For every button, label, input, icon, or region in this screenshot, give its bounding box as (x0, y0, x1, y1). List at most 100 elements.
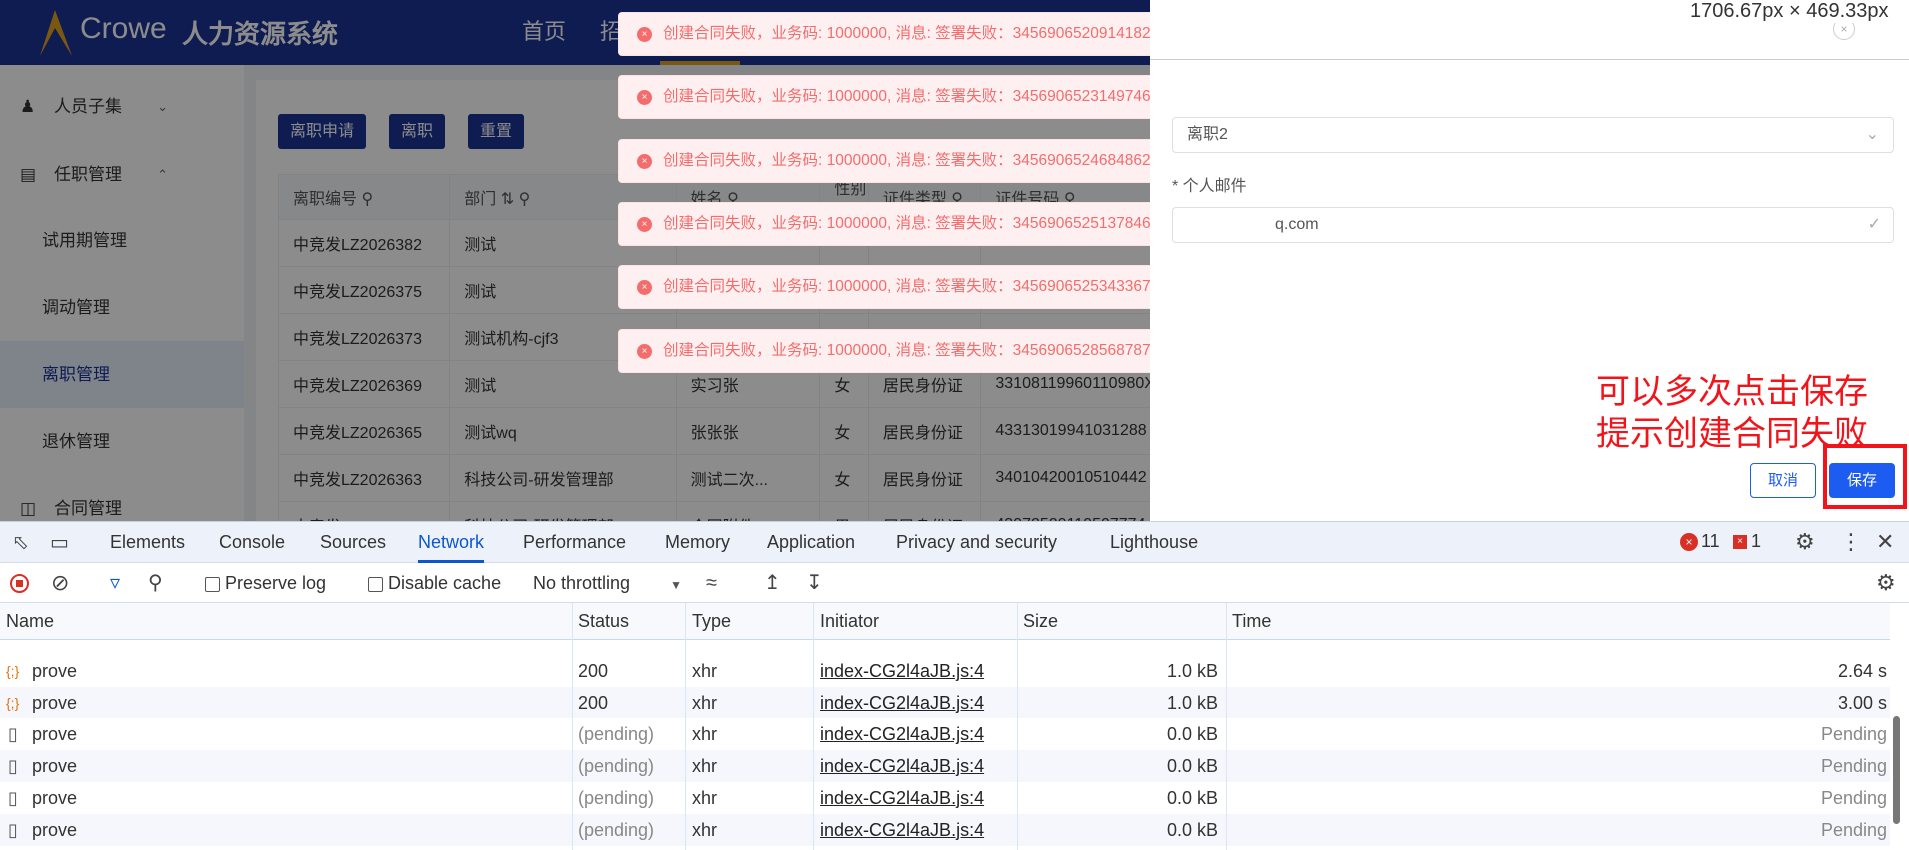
devtools-tab-application[interactable]: Application (767, 522, 855, 563)
request-type: xhr (692, 661, 718, 681)
network-request-row[interactable]: ▯ prove (pending) xhr index-CG2l4aJB.js:4 0.0… (0, 750, 1890, 783)
request-time: Pending (1820, 756, 1887, 777)
error-circle-icon: × (637, 217, 652, 232)
request-name: prove (32, 819, 78, 840)
divider (1150, 59, 1909, 60)
devtools-tab-network[interactable]: Network (418, 522, 485, 563)
error-count[interactable]: 11 (1701, 531, 1720, 552)
request-time: Pending (1820, 724, 1887, 745)
chevron-down-icon: ⌄ (1865, 126, 1879, 143)
scrollbar-thumb[interactable] (1893, 716, 1900, 824)
issue-icon[interactable]: × (1733, 535, 1747, 549)
request-size: 0.0 kB (1166, 724, 1218, 745)
request-status: 200 (578, 661, 609, 681)
request-size: 0.0 kB (1166, 787, 1218, 808)
request-name: prove (32, 787, 78, 808)
request-initiator-link[interactable]: index-CG2l4aJB.js:4 (820, 687, 984, 719)
inspect-element-icon[interactable]: ⬁ (12, 530, 29, 555)
error-circle-icon: × (637, 90, 652, 105)
devtools-tab-elements[interactable]: Elements (110, 522, 185, 563)
request-time: 3.00 s (1837, 692, 1887, 713)
request-initiator-link[interactable]: index-CG2l4aJB.js:4 (820, 750, 984, 782)
request-type: xhr (692, 692, 718, 713)
document-icon: ▯ (8, 724, 18, 745)
network-request-row[interactable]: {;} prove 200 xhr index-CG2l4aJB.js:4 1.0 kB 2… (0, 655, 1890, 687)
request-time: Pending (1820, 819, 1887, 840)
throttling-select[interactable]: No throttling ▼ (533, 563, 682, 605)
devtools-tab-performance[interactable]: Performance (523, 522, 626, 563)
request-type: xhr (692, 819, 718, 840)
document-icon: ▯ (8, 787, 18, 808)
cancel-button[interactable]: 取消 (1750, 463, 1816, 498)
network-request-row[interactable]: ▯ prove (pending) xhr index-CG2l4aJB.js:4 0.0… (0, 781, 1890, 814)
devtools-tab-memory[interactable]: Memory (665, 522, 730, 563)
column-header-status[interactable]: Status (578, 603, 629, 640)
resign-type-select[interactable]: 离职2 ⌄ (1172, 117, 1894, 153)
import-har-icon[interactable]: ↥ (764, 563, 781, 603)
more-menu-icon[interactable]: ⋮ (1840, 529, 1862, 555)
request-size: 1.0 kB (1166, 661, 1218, 681)
column-header-size[interactable]: Size (1023, 603, 1058, 640)
request-type: xhr (692, 787, 718, 808)
column-header-initiator[interactable]: Initiator (820, 603, 879, 640)
settings-gear-icon[interactable]: ⚙ (1795, 529, 1815, 555)
disable-cache-checkbox[interactable]: Disable cache (368, 563, 501, 603)
request-size: 1.0 kB (1166, 692, 1218, 713)
error-circle-icon: × (637, 27, 652, 42)
clear-icon[interactable]: ⊘ (51, 563, 69, 603)
check-circle-icon: ✓ (1867, 216, 1881, 233)
request-status: (pending) (578, 724, 655, 745)
network-conditions-icon[interactable]: ≈ (706, 563, 717, 603)
column-header-name[interactable]: Name (6, 603, 54, 640)
devtools-tab-sources[interactable]: Sources (320, 522, 386, 563)
dimension-label: 1706.67px × 469.33px (1688, 0, 1891, 23)
request-type: xhr (692, 756, 718, 777)
devtools-tab-lighthouse[interactable]: Lighthouse (1110, 522, 1198, 563)
request-name: prove (32, 692, 78, 713)
request-size: 0.0 kB (1166, 819, 1218, 840)
request-status: 200 (578, 692, 609, 713)
issue-count[interactable]: 1 (1751, 531, 1761, 552)
devtools-tab-privacy-and-security[interactable]: Privacy and security (896, 522, 1057, 563)
contract-drawer: × 离职2 ⌄ * 个人邮件 q.com ✓ 可以多次点击保存 提示创建合同失败 取消… (1150, 0, 1909, 521)
request-time: Pending (1820, 787, 1887, 808)
device-toolbar-icon[interactable]: ▭ (50, 530, 69, 555)
xhr-icon: {;} (6, 663, 20, 679)
network-toolbar: ⊘ ▿ ⚲ Preserve log Disable cache No thro… (0, 563, 1909, 603)
request-name: prove (32, 756, 78, 777)
preserve-log-checkbox[interactable]: Preserve log (205, 563, 326, 603)
email-input[interactable]: q.com ✓ (1172, 207, 1894, 243)
annotation-highlight-box (1823, 444, 1907, 509)
request-status: (pending) (578, 756, 655, 777)
network-request-row[interactable]: ▯ prove (pending) xhr index-CG2l4aJB.js:4 0.0… (0, 718, 1890, 751)
request-name: prove (32, 724, 78, 745)
document-icon: ▯ (8, 819, 18, 840)
error-icon[interactable]: × (1680, 533, 1698, 551)
error-circle-icon: × (637, 280, 652, 295)
request-initiator-link[interactable]: index-CG2l4aJB.js:4 (820, 718, 984, 750)
record-stop-icon[interactable] (10, 574, 29, 593)
filter-icon[interactable]: ▿ (110, 563, 120, 603)
annotation-text: 可以多次点击保存 提示创建合同失败 (1596, 373, 1868, 453)
request-name: prove (32, 661, 78, 681)
search-icon[interactable]: ⚲ (148, 563, 163, 603)
request-status: (pending) (578, 787, 655, 808)
devtools-tab-console[interactable]: Console (219, 522, 285, 563)
request-initiator-link[interactable]: index-CG2l4aJB.js:4 (820, 782, 984, 814)
email-label: * 个人邮件 (1172, 178, 1247, 195)
network-table-header: Name Status Type Initiator Size Time (0, 603, 1890, 640)
devtools-tabbar: ⬁ ▭ Elements Console Sources Network Perform… (0, 521, 1909, 563)
column-header-time[interactable]: Time (1232, 603, 1271, 640)
request-initiator-link[interactable]: index-CG2l4aJB.js:4 (820, 814, 984, 846)
request-initiator-link[interactable]: index-CG2l4aJB.js:4 (820, 655, 984, 687)
request-type: xhr (692, 724, 718, 745)
network-request-row[interactable]: ▯ prove (pending) xhr index-CG2l4aJB.js:4 0.0… (0, 813, 1890, 846)
document-icon: ▯ (8, 756, 18, 777)
devtools-panel: ⬁ ▭ Elements Console Sources Network Perform… (0, 521, 1909, 850)
export-har-icon[interactable]: ↧ (806, 563, 823, 603)
column-header-type[interactable]: Type (692, 603, 731, 640)
close-devtools-icon[interactable]: ✕ (1876, 529, 1894, 555)
error-circle-icon: × (637, 344, 652, 359)
network-settings-icon[interactable]: ⚙ (1876, 563, 1896, 603)
network-request-row[interactable]: {;} prove 200 xhr index-CG2l4aJB.js:4 1.0 kB 3… (0, 686, 1890, 719)
